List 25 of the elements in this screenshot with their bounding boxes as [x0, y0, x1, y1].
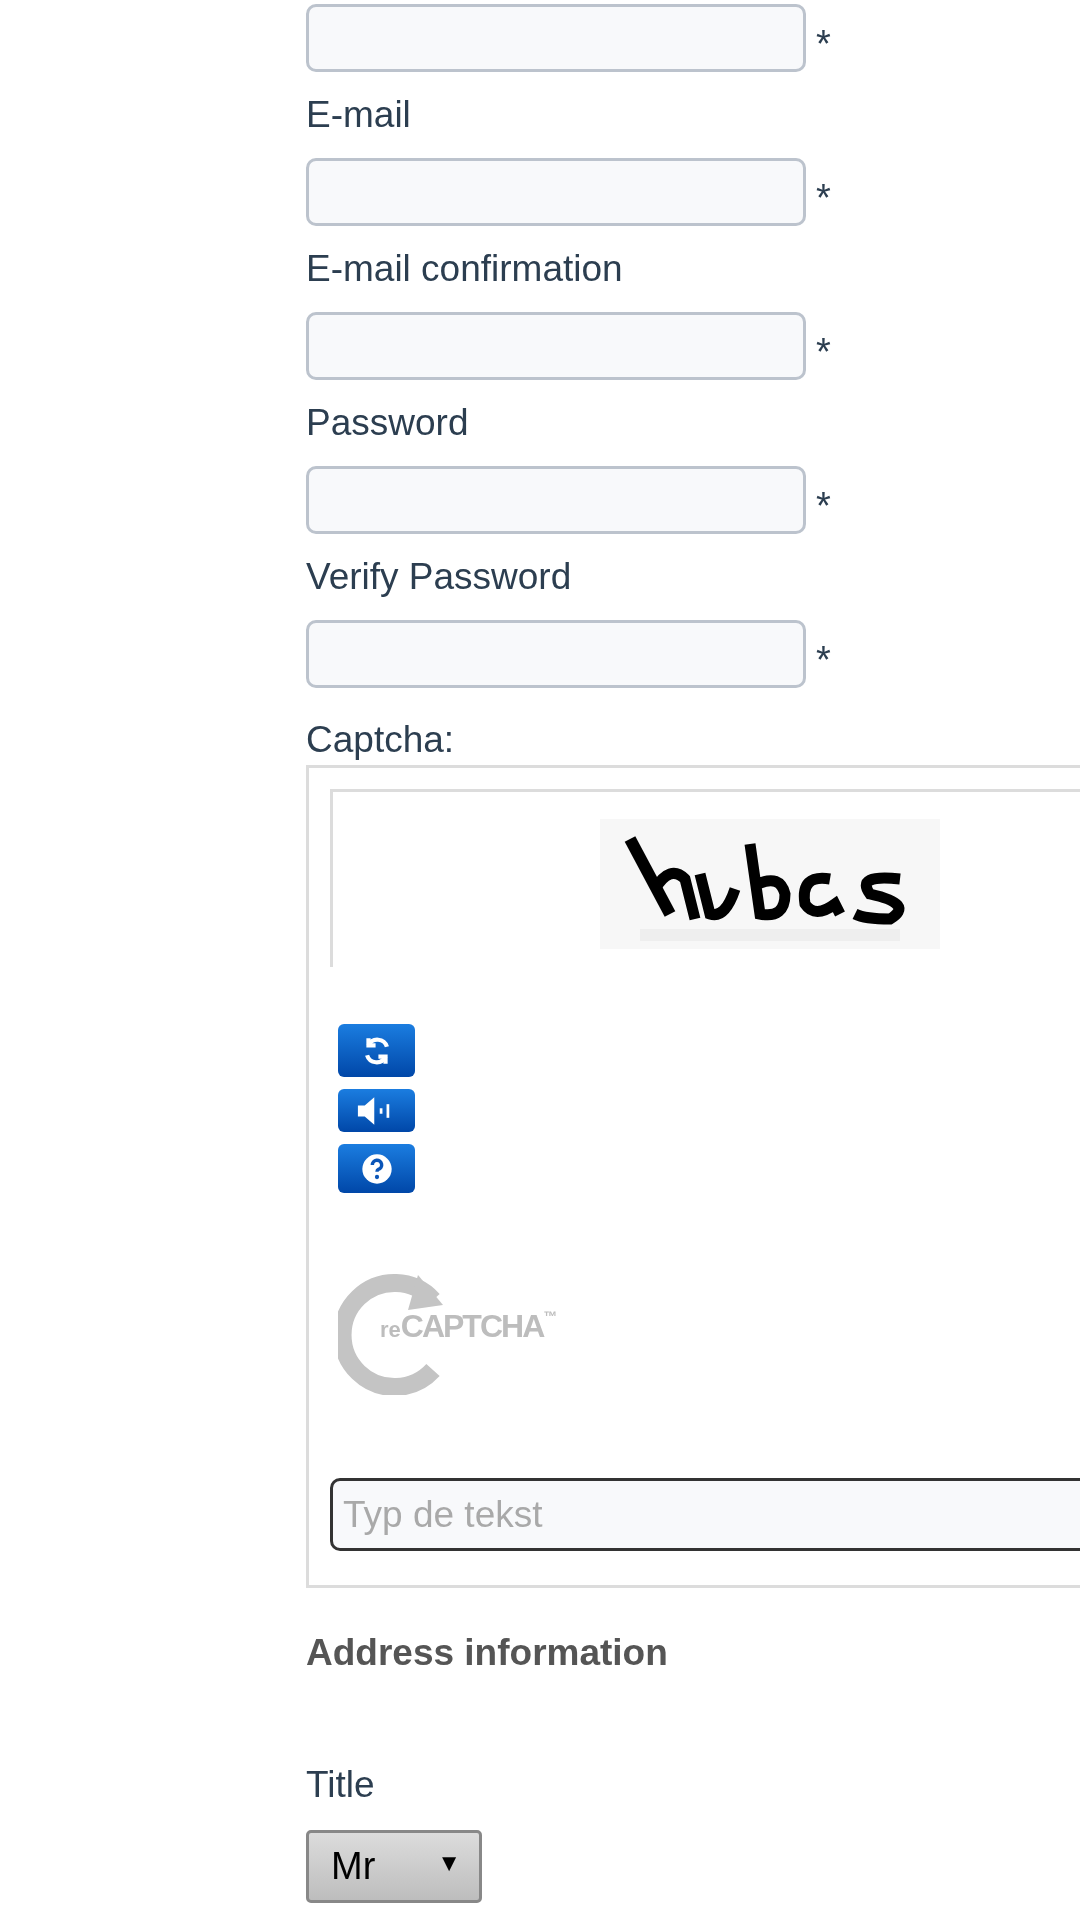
required-mark: * [816, 330, 831, 374]
required-mark: * [816, 22, 831, 66]
input-field[interactable] [306, 312, 806, 380]
field-label: E-mail [306, 93, 412, 137]
help-button[interactable] [338, 1144, 415, 1193]
audio-button[interactable] [338, 1089, 415, 1132]
required-mark: * [816, 484, 831, 528]
field-label: Title [306, 1763, 376, 1807]
section-heading: Address information [306, 1631, 669, 1675]
answer-field[interactable]: Typ de tekst [330, 1478, 1080, 1551]
required-mark: * [816, 176, 831, 220]
logo-text: reCAPTCHA™ [380, 1308, 558, 1345]
title-select[interactable]: Mr ▼ [306, 1830, 482, 1903]
input-field[interactable] [306, 158, 806, 226]
input-field[interactable] [306, 466, 806, 534]
refresh-button[interactable] [338, 1024, 415, 1077]
field-label: E-mail confirmation [306, 247, 624, 291]
field-label: Captcha: [306, 718, 456, 762]
field-label: Verify Password [306, 555, 573, 599]
input-field[interactable] [306, 4, 806, 72]
field-label: Password [306, 401, 470, 445]
required-mark: * [816, 638, 831, 682]
input-field[interactable] [306, 620, 806, 688]
help-icon [360, 1152, 393, 1185]
caret-icon: ▼ [437, 1848, 461, 1877]
